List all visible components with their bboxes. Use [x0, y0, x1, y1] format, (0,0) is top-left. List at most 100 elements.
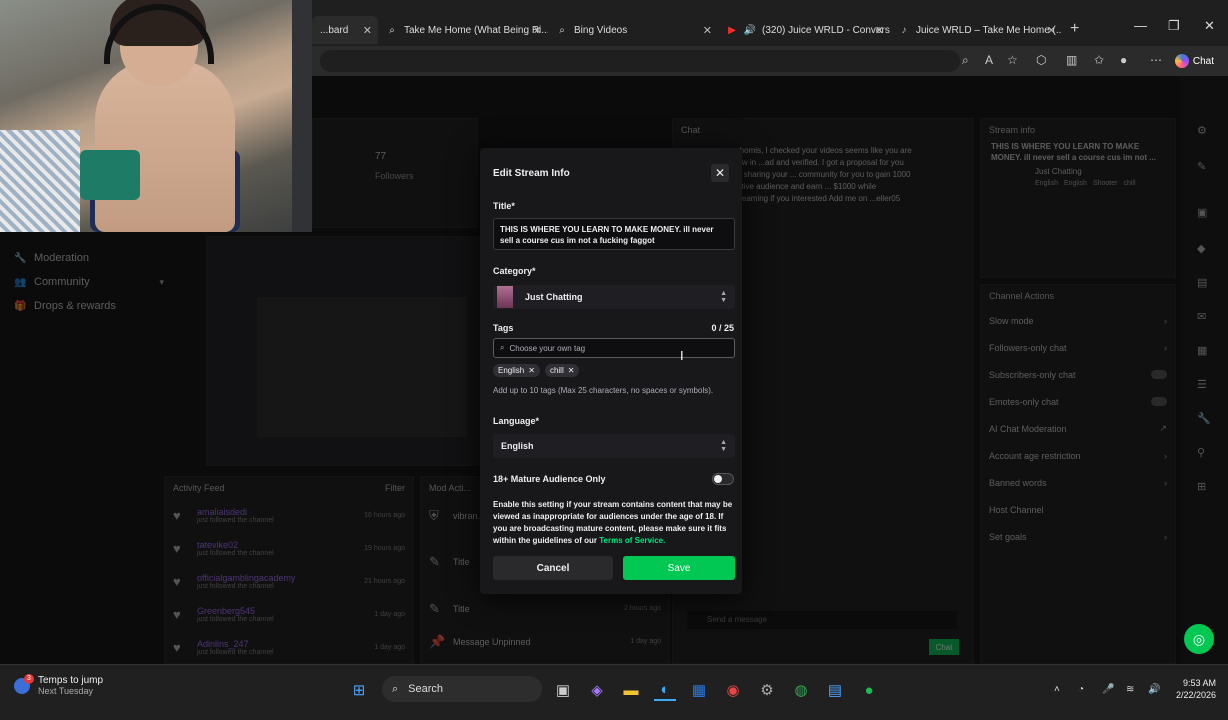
tab-label: (320) Juice WRLD - Convers... — [762, 24, 890, 36]
category-value: Just Chatting — [525, 292, 583, 302]
account-age-item[interactable]: Account age restriction › — [981, 442, 1175, 469]
nav-label: Drops & rewards — [34, 300, 116, 312]
chevron-right-icon: › — [1164, 342, 1167, 353]
side-nav: 🔧 Moderation 👥 Community ▾ 🎁 Drops & rew… — [14, 246, 164, 318]
follower-name[interactable]: amaliaisdedi — [197, 507, 274, 517]
people-icon: 👥 — [14, 276, 27, 288]
chat-send-button[interactable]: Chat — [929, 639, 959, 655]
favorite-star-icon[interactable]: ☆ — [1007, 53, 1018, 67]
terms-of-service-link[interactable]: Terms of Service. — [599, 536, 665, 545]
toggle[interactable] — [1151, 397, 1167, 406]
volume-icon[interactable]: 🔊 — [1148, 684, 1160, 695]
chevron-up-icon[interactable]: ˄ — [1054, 684, 1060, 695]
restore-icon[interactable]: ❐ — [1168, 18, 1180, 34]
slow-mode-item[interactable]: Slow mode › — [981, 307, 1175, 334]
task-view-icon[interactable]: ▣ — [552, 679, 574, 701]
settings-icon[interactable]: ⚙ — [1197, 124, 1207, 137]
panel-icon[interactable]: ▣ — [1197, 206, 1207, 219]
tag-search-input[interactable]: ⌕ Choose your own tag — [493, 338, 735, 358]
close-icon[interactable]: ✕ — [875, 24, 884, 37]
copilot-chat-button[interactable]: Chat — [1171, 52, 1222, 70]
category-select[interactable]: Just Chatting ▲ ▼ — [493, 285, 735, 309]
follower-name[interactable]: officialgamblingacademy — [197, 573, 295, 583]
language-select[interactable]: English ▲ ▼ — [493, 434, 735, 458]
screen: ...bard ✕ ⌕ Take Me Home (What Being Ri.… — [0, 0, 1228, 720]
grid-icon[interactable]: ▦ — [1197, 344, 1207, 357]
nav-item-community[interactable]: 👥 Community ▾ — [14, 270, 164, 294]
nav-item-drops[interactable]: 🎁 Drops & rewards — [14, 294, 164, 318]
store-icon[interactable]: ▦ — [688, 679, 710, 701]
close-icon[interactable]: ✕ — [703, 24, 712, 37]
remove-tag-icon[interactable]: ✕ — [528, 366, 535, 375]
split-screen-icon[interactable]: ▥ — [1066, 53, 1077, 67]
taskbar-search[interactable]: ⌕ Search — [382, 676, 542, 702]
minimize-icon[interactable]: — — [1134, 18, 1147, 33]
nav-item-moderation[interactable]: 🔧 Moderation — [14, 246, 164, 270]
window-close-icon[interactable]: ✕ — [1204, 18, 1215, 34]
message-icon[interactable]: ✉ — [1197, 310, 1206, 323]
set-goals-item[interactable]: Set goals › — [981, 523, 1175, 550]
chat-icon[interactable]: ▤ — [1197, 276, 1207, 289]
preview-screen — [257, 297, 467, 437]
follower-name[interactable]: tatevike02 — [197, 540, 274, 550]
follower-name[interactable]: Adinlins_247 — [197, 639, 274, 649]
wifi-icon[interactable]: ≋ — [1126, 684, 1134, 695]
followers-only-item[interactable]: Followers-only chat › — [981, 334, 1175, 361]
close-icon[interactable]: ✕ — [533, 24, 542, 37]
profile-icon[interactable]: ● — [1120, 53, 1127, 67]
chat-input[interactable]: Send a message — [687, 611, 957, 629]
close-icon[interactable]: ✕ — [1047, 24, 1056, 37]
mail-icon[interactable]: ▤ — [824, 679, 846, 701]
spotify-icon[interactable]: ● — [858, 679, 880, 701]
settings-icon[interactable]: ⚙ — [756, 679, 778, 701]
language-value: English — [501, 441, 534, 451]
help-fab-icon[interactable]: ◎ — [1184, 624, 1214, 654]
remove-tag-icon[interactable]: ✕ — [568, 366, 575, 375]
cancel-button[interactable]: Cancel — [493, 556, 613, 580]
ai-moderation-item[interactable]: AI Chat Moderation ↗ — [981, 415, 1175, 442]
wrench-icon[interactable]: 🔧 — [1197, 412, 1211, 425]
close-icon[interactable]: ✕ — [711, 164, 729, 182]
emotes-only-item[interactable]: Emotes-only chat — [981, 388, 1175, 415]
pin-icon[interactable]: ◆ — [1197, 242, 1205, 255]
tab-youtube-conversation[interactable]: ▶ 🔊 (320) Juice WRLD - Convers... ✕ — [718, 16, 890, 44]
follower-sub: just followed the channel — [197, 583, 274, 590]
mod-action-label: Title — [453, 603, 470, 614]
stream-title-input[interactable]: THIS IS WHERE YOU LEARN TO MAKE MONEY. i… — [493, 218, 735, 250]
subscribers-only-item[interactable]: Subscribers-only chat — [981, 361, 1175, 388]
list-icon[interactable]: ☰ — [1197, 378, 1207, 391]
filter-button[interactable]: Filter — [385, 483, 405, 493]
toggle[interactable] — [1151, 370, 1167, 379]
tab-dashboard[interactable]: ...bard ✕ — [312, 16, 378, 44]
banned-words-item[interactable]: Banned words › — [981, 469, 1175, 496]
weather-widget[interactable]: 3 Temps to jump Next Tuesday — [14, 673, 103, 696]
mature-toggle[interactable] — [712, 473, 734, 485]
host-channel-item[interactable]: Host Channel — [981, 496, 1175, 523]
tab-bing-videos[interactable]: ⌕ Bing Videos ✕ — [548, 16, 718, 44]
extension-icon[interactable]: ⬡ — [1036, 53, 1046, 67]
copilot-app-icon[interactable]: ◈ — [586, 679, 608, 701]
close-icon[interactable]: ✕ — [363, 24, 372, 37]
save-button[interactable]: Save — [623, 556, 735, 580]
tab-take-me-home-search[interactable]: ⌕ Take Me Home (What Being Ri... ✕ — [378, 16, 548, 44]
chrome-icon[interactable]: ◍ — [790, 679, 812, 701]
more-menu-icon[interactable]: ⋯ — [1150, 53, 1162, 67]
file-explorer-icon[interactable]: ▬ — [620, 679, 642, 701]
edit-icon[interactable]: ✎ — [1197, 160, 1206, 173]
follower-name[interactable]: Greenberg545 — [197, 606, 274, 616]
clock[interactable]: 9:53 AM 2/22/2026 — [1176, 677, 1216, 701]
add-panel-icon[interactable]: ⊞ — [1197, 480, 1206, 493]
windows-start-icon[interactable]: ⊞ — [348, 679, 370, 701]
mod-action-label: Message Unpinned — [453, 636, 531, 647]
link-icon[interactable]: ⚲ — [1197, 446, 1205, 459]
tab-youtube-take-me-home[interactable]: ♪ Juice WRLD – Take Me Home (... ✕ — [890, 16, 1063, 44]
zoom-icon[interactable]: ⌕ — [962, 53, 969, 68]
read-aloud-icon[interactable]: A — [985, 53, 993, 67]
obs-icon[interactable]: ◉ — [722, 679, 744, 701]
tray-app-icon[interactable]: ◔ — [1078, 684, 1084, 695]
favorites-icon[interactable]: ✩ — [1094, 53, 1104, 67]
edge-icon[interactable]: ◐ — [654, 679, 676, 701]
url-field[interactable] — [320, 50, 960, 72]
new-tab-icon[interactable]: + — [1070, 20, 1079, 38]
microphone-icon[interactable]: 🎤 — [1102, 684, 1114, 695]
